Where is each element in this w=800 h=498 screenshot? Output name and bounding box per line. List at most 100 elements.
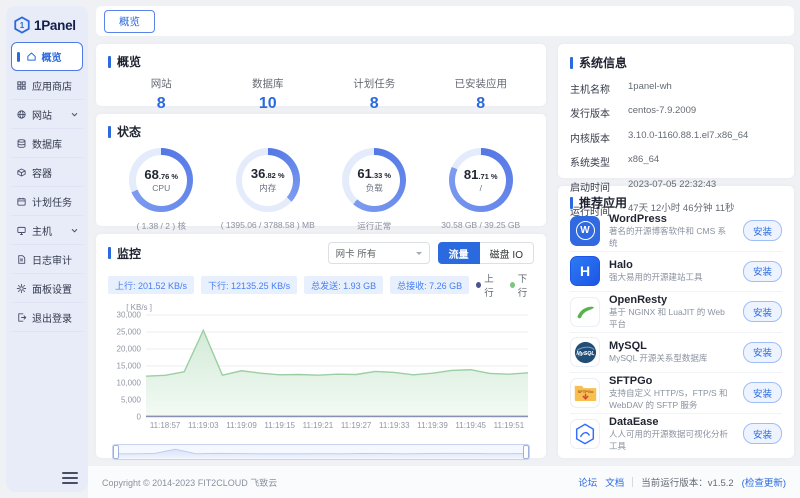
docs-link[interactable]: 文档: [605, 475, 624, 489]
monitor-mode-buttons: 流量 磁盘 IO: [437, 242, 534, 264]
gauge-subtext: 30.58 GB / 39.25 GB: [441, 220, 521, 230]
info-row-arch: 系统类型 x86_64: [570, 154, 660, 169]
dashboard: 1 1Panel 概览 应用商店 网站 数据库 容器 计划任务 主机 日志审计 …: [0, 0, 800, 498]
svg-text:25,000: 25,000: [117, 328, 142, 337]
install-button[interactable]: 安装: [742, 301, 782, 323]
check-update-link[interactable]: (检查更新): [742, 475, 786, 489]
svg-text:5,000: 5,000: [121, 396, 142, 405]
sidebar-item-label: 容器: [32, 168, 52, 180]
load-gauge: 61.33 % 负载: [342, 148, 407, 212]
halo-icon: H: [570, 256, 600, 287]
sidebar-item-app-store[interactable]: 应用商店: [11, 71, 83, 100]
status-title: 状态: [108, 123, 534, 140]
app-name: MySQL: [609, 339, 647, 352]
container-icon: [17, 168, 26, 176]
stat-value[interactable]: 10: [215, 95, 322, 113]
zoom-handle-right[interactable]: [523, 445, 529, 459]
stat-label: 数据库: [252, 78, 284, 90]
side-column: 系统信息 主机名称 1panel-wh 发行版本 centos-7.9.2009…: [558, 44, 794, 466]
gauge-load: 61.33 % 负载 运行正常: [321, 148, 428, 232]
sidebar-menu: 概览 应用商店 网站 数据库 容器 计划任务 主机 日志审计 面板设置 退出登录: [11, 42, 83, 332]
install-button[interactable]: 安装: [742, 341, 782, 363]
stat-label: 网站: [150, 78, 172, 90]
info-row-hostname: 主机名称 1panel-wh: [570, 80, 672, 96]
disk-gauge: 81.71 % /: [448, 148, 513, 212]
svg-text:MySQL: MySQL: [576, 351, 594, 357]
sidebar-item-container[interactable]: 容器: [11, 158, 83, 187]
sidebar-item-label: 面板设置: [32, 284, 72, 296]
sidebar-collapse-button[interactable]: [62, 472, 78, 484]
sidebar-item-cronjob[interactable]: 计划任务: [11, 187, 83, 216]
sidebar-item-overview[interactable]: 概览: [11, 42, 83, 71]
sidebar-item-panel-settings[interactable]: 面板设置: [11, 274, 83, 303]
legend-upload[interactable]: 上行: [476, 271, 500, 299]
database-icon: [17, 138, 26, 148]
app-row-halo: H Halo 强大易用的开源建站工具 安装: [570, 252, 782, 292]
legend-download[interactable]: 下行: [509, 271, 534, 299]
sidebar-item-database[interactable]: 数据库: [11, 129, 83, 158]
gauge-label: 负载: [365, 182, 383, 193]
gauge-subtext: ( 1395.06 / 3788.58 ) MB: [220, 220, 315, 230]
total-sent-badge: 总发送: 1.93 GB: [304, 276, 384, 294]
gauge-memory: 36.82 % 内存 ( 1395.06 / 3788.58 ) MB: [215, 148, 322, 232]
svg-text:[ KB/s ]: [ KB/s ]: [126, 303, 152, 312]
stat-label: 计划任务: [353, 78, 396, 90]
logout-icon: [18, 312, 27, 322]
footer: Copyright © 2014-2023 FIT2CLOUD 飞致云 论坛 文…: [88, 466, 800, 498]
svg-text:11:19:03: 11:19:03: [188, 421, 219, 430]
gauge-label: 内存: [259, 182, 277, 193]
gauge-label: /: [479, 182, 482, 193]
app-name: Halo: [609, 258, 633, 271]
disk-io-button[interactable]: 磁盘 IO: [479, 242, 534, 264]
app-desc: MySQL 开源关系型数据库: [609, 353, 708, 364]
home-icon: [26, 52, 36, 61]
forum-link[interactable]: 论坛: [578, 475, 597, 489]
app-row-sftpgo: SFTPGo SFTPGo 支持自定义 HTTP/S，FTP/S 和 WebDA…: [570, 373, 782, 414]
app-name: DataEase: [609, 415, 659, 428]
copyright-text: Copyright © 2014-2023 FIT2CLOUD 飞致云: [102, 477, 278, 488]
sidebar-item-label: 应用商店: [32, 81, 72, 93]
svg-text:11:19:51: 11:19:51: [494, 421, 525, 430]
version-text: 当前运行版本：v1.5.2: [641, 478, 734, 489]
svg-text:11:19:09: 11:19:09: [226, 421, 257, 430]
stat-cronjobs: 计划任务 8: [321, 76, 428, 113]
sftpgo-icon: SFTPGo: [570, 377, 600, 408]
stat-value[interactable]: 8: [428, 95, 535, 113]
app-desc: 著名的开源博客软件和 CMS 系统: [609, 226, 727, 248]
cpu-gauge: 68.76 % CPU: [129, 148, 194, 212]
svg-text:1: 1: [20, 21, 25, 30]
zoom-handle-left[interactable]: [113, 445, 119, 459]
sidebar-item-label: 数据库: [32, 139, 62, 151]
total-received-badge: 总接收: 7.26 GB: [390, 276, 470, 294]
sidebar-item-log-audit[interactable]: 日志审计: [11, 245, 83, 274]
svg-text:11:19:39: 11:19:39: [417, 421, 448, 430]
app-desc: 支持自定义 HTTP/S，FTP/S 和 WebDAV 的 SFTP 服务: [609, 388, 728, 410]
svg-text:10,000: 10,000: [117, 379, 142, 388]
chart-zoom-slider[interactable]: [112, 444, 530, 460]
mysql-icon: MySQL: [570, 337, 600, 368]
install-button[interactable]: 安装: [742, 423, 782, 445]
install-button[interactable]: 安装: [742, 382, 782, 404]
app-desc: 基于 NGINX 和 LuaJIT 的 Web 平台: [609, 307, 725, 329]
svg-text:11:18:57: 11:18:57: [150, 421, 181, 430]
website-icon: [17, 109, 26, 119]
svg-text:0: 0: [137, 413, 142, 422]
svg-text:15,000: 15,000: [117, 362, 142, 371]
gauge-subtext: ( 1.38 / 2 ) 核: [136, 221, 187, 231]
chart-legend: 上行 下行: [476, 271, 534, 299]
install-button[interactable]: 安装: [742, 220, 782, 242]
main-column: 概览 网站 8 数据库 10 计划任务 8 已安装应用 8 状态 68.76 %…: [96, 44, 546, 466]
appstore-icon: [17, 80, 26, 90]
stat-value[interactable]: 8: [321, 95, 428, 113]
sidebar-item-website[interactable]: 网站: [11, 100, 83, 129]
traffic-button[interactable]: 流量: [437, 242, 480, 264]
stat-value[interactable]: 8: [108, 95, 215, 113]
settings-icon: [16, 283, 27, 293]
install-button[interactable]: 安装: [742, 260, 782, 282]
tab-overview[interactable]: 概览: [104, 9, 155, 33]
sidebar-item-host[interactable]: 主机: [11, 216, 83, 245]
sidebar-item-logout[interactable]: 退出登录: [11, 303, 83, 332]
network-card-select[interactable]: 网卡 所有: [327, 242, 430, 264]
traffic-chart: 05,00010,00015,00020,00025,00030,000[ KB…: [117, 303, 529, 430]
brand-name: 1Panel: [34, 17, 76, 33]
